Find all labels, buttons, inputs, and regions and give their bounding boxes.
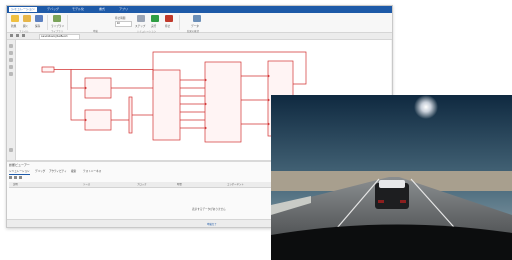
tab-diag-harness[interactable]: テストハーネス [83, 169, 101, 174]
stop-time-field[interactable]: 10 [115, 21, 132, 27]
search-icon[interactable] [19, 176, 22, 179]
column-description[interactable]: 説明 [13, 182, 18, 187]
tab-apps[interactable]: アプリ [119, 7, 128, 12]
dashcam-photo [271, 95, 512, 260]
lead-vehicle [375, 180, 409, 209]
ribbon-separator [67, 15, 68, 30]
ribbon-separator [47, 15, 48, 30]
tab-debug[interactable]: デバッグ [47, 7, 59, 12]
diagnostic-viewer-title: 診断ビューアー [9, 163, 30, 167]
library-button-label: ライブラリ [51, 25, 64, 28]
controller-subsystem-block [204, 61, 242, 143]
open-folder-icon[interactable] [23, 15, 31, 22]
ribbon-toolbar: 新規 開く 保存 ライブラリ 停止時間 10 ステップ 実行 停止 データ ファ… [7, 13, 392, 33]
column-source[interactable]: ソース [83, 182, 90, 187]
palette-toolbar [7, 40, 16, 160]
column-block[interactable]: ブロック [137, 182, 147, 187]
ribbon-tab-bar: シミュレーション デバッグ モデル化 書式 アプリ [7, 6, 392, 13]
empty-table-message: 表示するデータがありません [192, 208, 226, 211]
column-component[interactable]: コンポーネント [227, 182, 244, 187]
sun [414, 95, 438, 119]
annotation-icon[interactable] [9, 65, 13, 69]
fit-to-view-icon[interactable] [9, 58, 13, 62]
zoom-in-icon[interactable] [9, 44, 13, 48]
library-icon[interactable] [53, 15, 61, 22]
stop-time-label: 停止時間 [115, 17, 126, 20]
subsystem-block [84, 109, 112, 131]
step-back-icon[interactable] [137, 15, 145, 22]
run-icon[interactable] [151, 15, 159, 22]
new-button-label: 新規 [11, 25, 17, 28]
back-icon[interactable] [10, 34, 13, 37]
step-button-label: ステップ [135, 25, 146, 28]
ribbon-separator [179, 15, 180, 30]
tab-modeling[interactable]: モデル化 [72, 7, 84, 12]
save-button-label: 保存 [35, 25, 41, 28]
tab-simulation[interactable]: シミュレーション [9, 7, 37, 12]
column-time[interactable]: 時間 [177, 182, 182, 187]
tab-diag-activity[interactable]: アクティビティ [49, 169, 67, 174]
run-button-label: 実行 [151, 25, 157, 28]
up-icon[interactable] [22, 34, 25, 37]
tab-diag-debug[interactable]: デバッグ [35, 169, 45, 174]
status-text: 準備完了 [207, 223, 217, 226]
data-button-label: データ [191, 25, 199, 28]
subsystem-block [84, 77, 112, 99]
image-icon[interactable] [9, 72, 13, 76]
tab-diag-simulation[interactable]: シミュレーション [9, 169, 30, 175]
bus-selector-block [152, 69, 181, 141]
save-icon[interactable] [35, 15, 43, 22]
mux-block [128, 96, 133, 134]
new-icon[interactable] [11, 15, 19, 22]
data-inspector-icon[interactable] [193, 15, 201, 22]
explorer-icon[interactable] [9, 148, 13, 152]
open-button-label: 開く [23, 25, 29, 28]
tab-diag-search[interactable]: 検索 [71, 169, 76, 174]
address-bar: LaneFollowingTestBench [7, 33, 392, 40]
zoom-out-icon[interactable] [9, 51, 13, 55]
clear-icon[interactable] [9, 176, 12, 179]
forward-icon[interactable] [16, 34, 19, 37]
tab-format[interactable]: 書式 [99, 7, 105, 12]
inport-block [41, 66, 55, 73]
stop-button-label: 停止 [165, 25, 171, 28]
filter-icon[interactable] [14, 176, 17, 179]
stop-icon[interactable] [165, 15, 173, 22]
